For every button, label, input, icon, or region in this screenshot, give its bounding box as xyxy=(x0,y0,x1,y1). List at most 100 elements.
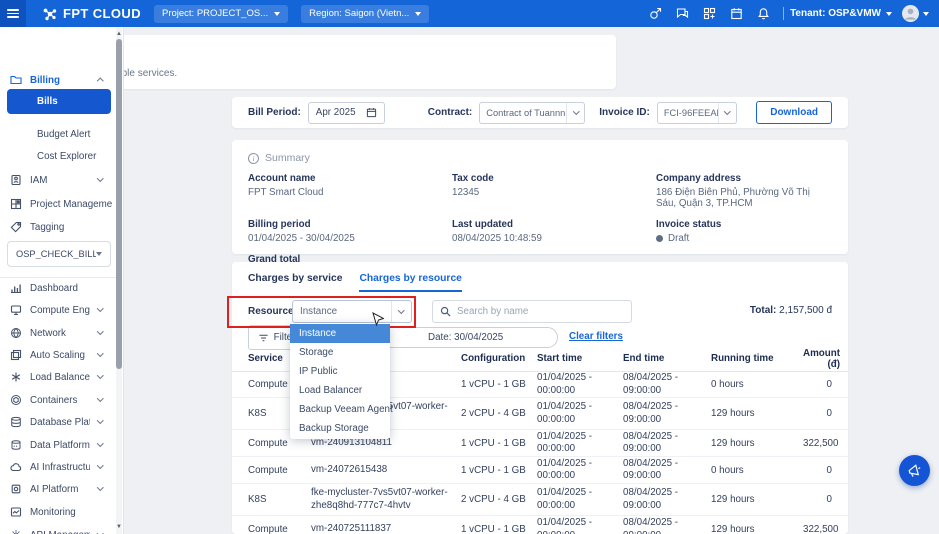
contract-label: Contract: xyxy=(428,107,472,118)
folder-icon xyxy=(10,74,22,86)
support-chat-button[interactable] xyxy=(669,0,696,27)
calendar-icon xyxy=(730,7,743,20)
tax-code-value: 12345 xyxy=(452,187,656,198)
sidebar-item-project-management[interactable]: Project Management xyxy=(0,195,112,213)
chevron-down-icon xyxy=(97,175,103,181)
region-selector[interactable]: Region: Saigon (Vietn... xyxy=(301,5,429,23)
resource-type-dropdown-menu: Instance Storage IP Public Load Balancer… xyxy=(290,323,390,439)
hamburger-icon xyxy=(7,7,19,20)
chevron-down-icon xyxy=(573,108,579,114)
tenant-label: Tenant: OSP&VMW xyxy=(790,8,881,19)
sidebar-item-auto-scaling[interactable]: Auto Scaling xyxy=(0,346,112,364)
sidebar-item-containers[interactable]: Containers xyxy=(0,391,112,409)
top-bar: FPT CLOUD Project: PROJECT_OS... Region:… xyxy=(0,0,939,27)
sidebar-scrollbar-thumb[interactable] xyxy=(116,39,122,369)
support-chat-icon xyxy=(676,7,689,20)
chevron-down-icon xyxy=(97,484,103,490)
tab-charges-by-service[interactable]: Charges by service xyxy=(248,273,342,292)
invoice-id-label: Invoice ID: xyxy=(599,107,650,118)
sidebar-item-monitoring[interactable]: Monitoring xyxy=(0,503,112,521)
sidebar-item-bills[interactable]: Bills xyxy=(7,89,111,114)
fpt-cloud-logo-icon xyxy=(42,6,58,22)
chart-box-icon xyxy=(10,506,22,518)
globe-icon xyxy=(10,327,22,339)
col-end-time: End time xyxy=(623,353,711,364)
asterisk-icon xyxy=(10,371,22,383)
app-window: FPT CLOUD Project: PROJECT_OS... Region:… xyxy=(0,0,939,534)
sidebar-item-billing[interactable]: Billing xyxy=(0,71,112,89)
sidebar-item-api-management[interactable]: API Management xyxy=(0,526,112,534)
brand-text: FPT CLOUD xyxy=(63,6,141,21)
sidebar-item-compute-engine[interactable]: Compute Engine xyxy=(0,301,112,319)
calendar-icon xyxy=(366,107,377,118)
dropdown-option-backup-veeam-agent[interactable]: Backup Veeam Agent xyxy=(290,400,390,419)
project-selector[interactable]: Project: PROJECT_OS... xyxy=(154,5,288,23)
topbar-actions: Tenant: OSP&VMW xyxy=(642,0,939,27)
search-input[interactable] xyxy=(457,306,624,317)
grid-icon xyxy=(10,198,22,210)
invoice-status-value: Draft xyxy=(656,233,832,244)
company-address-value: 186 Điện Biên Phủ, Phường Võ Thị Sáu, Qu… xyxy=(656,187,832,209)
dropdown-option-storage[interactable]: Storage xyxy=(290,343,390,362)
id-badge-icon xyxy=(10,174,22,186)
sidebar-item-load-balancer[interactable]: Load Balancer xyxy=(0,368,112,386)
chevron-up-icon xyxy=(97,78,103,84)
sidebar-divider xyxy=(0,277,116,278)
project-selector-label: Project: PROJECT_OS... xyxy=(162,8,268,19)
chevron-down-icon xyxy=(886,12,892,16)
tag-icon xyxy=(10,221,22,233)
dropdown-option-instance[interactable]: Instance xyxy=(290,324,390,343)
sidebar-item-ai-platform[interactable]: AI Platform xyxy=(0,480,112,498)
dropdown-option-ip-public[interactable]: IP Public xyxy=(290,362,390,381)
tenant-selector[interactable]: Tenant: OSP&VMW xyxy=(790,8,892,19)
clear-filters-link[interactable]: Clear filters xyxy=(569,331,623,342)
database-dots-icon xyxy=(10,439,22,451)
apps-grid-button[interactable] xyxy=(696,0,723,27)
feedback-fab-button[interactable] xyxy=(899,455,930,486)
account-name-label: Account name xyxy=(248,173,452,184)
sidebar-item-database-platform[interactable]: Database Platform xyxy=(0,413,112,431)
sidebar-item-network[interactable]: Network xyxy=(0,324,112,342)
info-icon: i xyxy=(248,153,259,164)
download-button[interactable]: Download xyxy=(756,101,832,124)
status-dot xyxy=(656,235,663,242)
sidebar-item-data-platform[interactable]: Data Platform xyxy=(0,436,112,454)
dropdown-option-load-balancer[interactable]: Load Balancer xyxy=(290,381,390,400)
invoice-id-select[interactable]: FCI-96FEEABD xyxy=(657,102,737,124)
hamburger-menu-button[interactable] xyxy=(0,0,26,27)
contract-select[interactable]: Contract of Tuannn52.. xyxy=(479,102,585,124)
notifications-button[interactable] xyxy=(750,0,777,27)
search-box xyxy=(432,300,632,323)
scroll-up-arrow[interactable]: ▲ xyxy=(116,29,122,39)
charges-tabs: Charges by service Charges by resource xyxy=(248,273,462,292)
resource-type-select[interactable]: Instance xyxy=(292,300,412,323)
chevron-down-icon xyxy=(274,12,280,16)
sidebar-item-iam[interactable]: IAM xyxy=(0,171,112,189)
sidebar-item-cost-explorer[interactable]: Cost Explorer xyxy=(0,147,112,165)
launch-icon xyxy=(649,7,662,20)
sidebar-project-dropdown[interactable]: OSP_CHECK_BILL_001 xyxy=(7,241,111,267)
sidebar-item-tagging[interactable]: Tagging xyxy=(0,218,112,236)
scroll-down-arrow[interactable]: ▼ xyxy=(116,522,122,532)
launch-button[interactable] xyxy=(642,0,669,27)
chevron-down-icon xyxy=(97,372,103,378)
dropdown-option-backup-storage[interactable]: Backup Storage xyxy=(290,419,390,438)
sidebar-item-budget-alert[interactable]: Budget Alert xyxy=(0,125,112,143)
calendar-button[interactable] xyxy=(723,0,750,27)
col-start-time: Start time xyxy=(537,353,623,364)
bill-filter-card: Bill Period: Apr 2025 Contract: Contract… xyxy=(232,97,848,128)
table-row: Compute vm-240725111837 1 vCPU - 1 GB 01… xyxy=(232,516,848,534)
summary-title: Summary xyxy=(265,152,310,164)
sidebar-item-dashboard[interactable]: Dashboard xyxy=(0,279,112,297)
chevron-down-icon xyxy=(97,462,103,468)
region-selector-label: Region: Saigon (Vietn... xyxy=(309,8,409,19)
bill-period-input[interactable]: Apr 2025 xyxy=(308,102,385,124)
company-address-label: Company address xyxy=(656,173,832,184)
tab-charges-by-resource[interactable]: Charges by resource xyxy=(359,273,461,292)
brand-logo: FPT CLOUD xyxy=(42,6,141,22)
chevron-down-icon xyxy=(97,395,103,401)
sidebar-item-ai-infrastructure[interactable]: AI Infrastructure xyxy=(0,458,112,476)
user-avatar[interactable] xyxy=(902,5,919,22)
chip-icon xyxy=(10,483,22,495)
bar-chart-icon xyxy=(10,282,22,294)
